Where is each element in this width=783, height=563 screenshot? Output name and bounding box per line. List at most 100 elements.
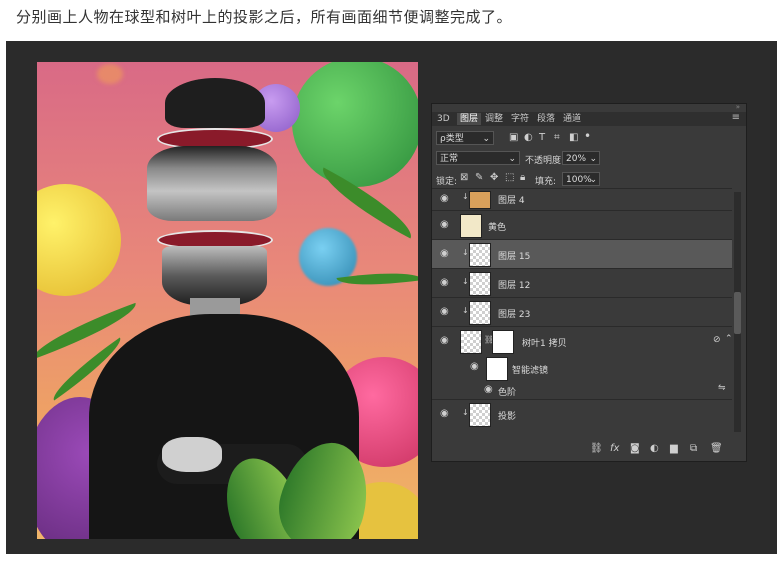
layer-thumbnail (469, 243, 491, 267)
layer-thumbnail (469, 403, 491, 427)
blend-mode-value: 正常 (440, 154, 459, 164)
layer-thumbnail (469, 272, 491, 296)
face-middle-slice (147, 146, 277, 221)
layer-thumbnail (469, 191, 491, 209)
layer-row-23[interactable]: ◉ ↓ 图层 23 (432, 297, 732, 326)
layer-name: 图层 12 (498, 281, 531, 291)
hair-top-slice (165, 78, 265, 128)
layer-row-leaf-copy[interactable]: ◉ ⛓ 树叶1 拷贝 ⊘ ⌃ (432, 326, 733, 355)
layer-row-yellow[interactable]: ◉ 黄色 (432, 210, 732, 239)
filter-toggle-icon[interactable]: • (584, 129, 591, 143)
eye-icon[interactable]: ◉ (440, 277, 449, 288)
green-ball-top (292, 62, 418, 187)
layer-row-15[interactable]: ◉ ↓ 图层 15 (432, 239, 732, 268)
panel-menu-icon[interactable]: ≡ (732, 112, 740, 123)
lock-position-icon[interactable]: ✥ (490, 172, 498, 183)
screenshot-frame: » 3D 图层 调整 字符 段落 通道 ≡ ρ类型 ⌄ ▣ ◐ T ⌗ ◧ • … (6, 41, 777, 554)
filter-options-icon[interactable]: ⇋ (718, 383, 726, 393)
new-group-folder-icon[interactable]: ▆ (670, 443, 678, 454)
fill-input[interactable]: 100% ⌄ (562, 172, 600, 186)
opacity-value: 20% (566, 154, 587, 164)
chevron-down-icon: ⌄ (508, 154, 516, 164)
filter-kind-select[interactable]: ρ类型 ⌄ (436, 131, 494, 145)
blend-mode-select[interactable]: 正常 ⌄ (436, 151, 520, 165)
adjustment-filter-icon[interactable]: ◐ (524, 132, 533, 143)
layer-row-levels[interactable]: ◉ 色阶 ⇋ (432, 381, 732, 399)
smart-object-filter-icon[interactable]: ◧ (569, 132, 578, 143)
caption-text: 分别画上人物在球型和树叶上的投影之后，所有画面细节便调整完成了。 (16, 8, 513, 26)
new-layer-icon[interactable]: ⧉ (690, 443, 697, 454)
layer-row-smart-filter[interactable]: ◉ 智能滤镜 (432, 355, 732, 381)
eye-icon[interactable]: ◉ (470, 361, 479, 372)
lock-all-icon[interactable]: 🔒︎ (520, 172, 525, 183)
layers-scrollbar[interactable] (734, 192, 741, 432)
hand (162, 437, 222, 472)
eye-icon[interactable]: ◉ (440, 408, 449, 419)
layer-row-4[interactable]: ◉ ↓ 图层 4 (432, 188, 732, 210)
lock-brush-icon[interactable]: ✎ (475, 172, 483, 183)
chevron-down-icon: ⌄ (482, 134, 490, 144)
scrollbar-thumb[interactable] (734, 292, 741, 334)
clip-arrow-icon: ↓ (462, 306, 469, 315)
eye-icon[interactable]: ◉ (440, 193, 449, 204)
tab-character[interactable]: 字符 (511, 113, 529, 125)
layer-name: 智能滤镜 (512, 366, 549, 376)
fx-icon[interactable]: fx (610, 443, 619, 454)
artwork-canvas (37, 62, 418, 539)
eye-icon[interactable]: ◉ (484, 384, 493, 395)
clip-arrow-icon: ↓ (462, 277, 469, 286)
beard-slice (162, 246, 267, 306)
smart-object-icon: ⊘ (713, 335, 721, 345)
layer-name: 投影 (498, 412, 517, 422)
layer-name: 树叶1 拷贝 (522, 339, 567, 349)
layer-mask-thumbnail (492, 330, 514, 354)
clip-arrow-icon: ↓ (462, 192, 469, 201)
eye-icon[interactable]: ◉ (440, 219, 449, 230)
yellow-ball (37, 184, 121, 296)
chevron-down-icon: ⌄ (589, 154, 597, 164)
filter-row: ρ类型 ⌄ ▣ ◐ T ⌗ ◧ • (436, 129, 741, 149)
opacity-label: 不透明度: (525, 156, 565, 166)
layer-name: 黄色 (488, 223, 507, 233)
tab-3d[interactable]: 3D (437, 113, 450, 125)
layer-thumbnail (460, 330, 482, 354)
chevron-up-icon[interactable]: ⌃ (725, 334, 733, 344)
add-mask-icon[interactable]: ◙ (630, 443, 640, 454)
lock-artboard-icon[interactable]: ⬚ (505, 172, 514, 183)
lock-transparent-icon[interactable]: ⊠ (460, 172, 468, 183)
clip-arrow-icon: ↓ (462, 248, 469, 257)
eye-icon[interactable]: ◉ (440, 306, 449, 317)
fill-label: 填充: (535, 177, 557, 187)
layer-name: 图层 4 (498, 196, 525, 206)
layers-bottom-bar: ⛓ fx ◙ ◐ ▆ ⧉ 🗑︎ (432, 439, 746, 459)
panel-collapse-icon[interactable]: » (736, 103, 740, 111)
filter-kind-value: ρ类型 (440, 134, 464, 144)
layer-name: 图层 23 (498, 310, 531, 320)
panel-tabs: 3D 图层 调整 字符 段落 通道 ≡ (432, 112, 746, 126)
layer-name: 色阶 (498, 388, 517, 398)
layer-thumbnail (460, 214, 482, 238)
adjustment-layer-icon[interactable]: ◐ (650, 443, 659, 454)
trash-icon[interactable]: 🗑︎ (710, 443, 723, 454)
pixel-filter-icon[interactable]: ▣ (509, 132, 518, 143)
layers-panel: » 3D 图层 调整 字符 段落 通道 ≡ ρ类型 ⌄ ▣ ◐ T ⌗ ◧ • … (431, 103, 747, 462)
clip-arrow-icon: ↓ (462, 408, 469, 417)
layer-row-shadow[interactable]: ◉ ↓ 投影 (432, 399, 732, 428)
opacity-input[interactable]: 20% ⌄ (562, 151, 600, 165)
layer-row-12[interactable]: ◉ ↓ 图层 12 (432, 268, 732, 297)
eye-icon[interactable]: ◉ (440, 335, 449, 346)
type-filter-icon[interactable]: T (539, 132, 545, 143)
orange-ball-blur (97, 64, 123, 84)
tab-channels[interactable]: 通道 (563, 113, 581, 125)
fill-value: 100% (566, 175, 592, 185)
tab-adjustments[interactable]: 调整 (485, 113, 503, 125)
eye-icon[interactable]: ◉ (440, 248, 449, 259)
lock-label: 锁定: (436, 177, 458, 187)
tab-paragraph[interactable]: 段落 (537, 113, 555, 125)
filter-mask-thumbnail (486, 357, 508, 381)
link-layers-icon[interactable]: ⛓ (590, 443, 603, 454)
layer-thumbnail (469, 301, 491, 325)
layer-name: 图层 15 (498, 252, 531, 262)
shape-filter-icon[interactable]: ⌗ (554, 132, 560, 143)
tab-layers[interactable]: 图层 (457, 113, 482, 125)
